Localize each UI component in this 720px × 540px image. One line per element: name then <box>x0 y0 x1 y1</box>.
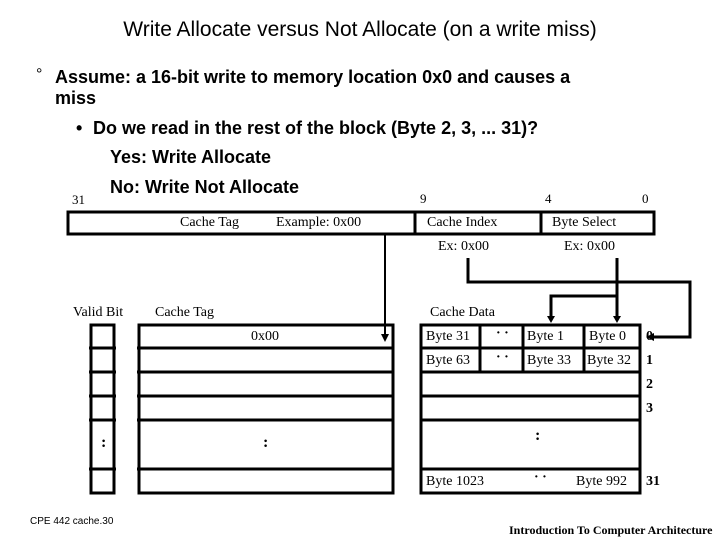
byte1-arrow-head <box>547 316 555 323</box>
data-row31-byte1023: Byte 1023 <box>426 474 484 489</box>
row-index-1: 1 <box>646 353 653 368</box>
address-index-label: Cache Index <box>427 215 498 230</box>
address-byte-select-label: Byte Select <box>552 215 617 230</box>
data-row31-dots: · · <box>534 470 547 485</box>
valid-ellipsis: : <box>101 434 107 451</box>
byte0-arrow-head <box>613 316 621 323</box>
data-row0-byte1: Byte 1 <box>527 329 564 344</box>
index-example: Ex: 0x00 <box>438 239 489 254</box>
cache-diagram-lines <box>66 210 692 495</box>
data-ellipsis: : <box>535 427 541 444</box>
address-tag-label: Cache Tag <box>180 215 240 230</box>
cache-tag-header: Cache Tag <box>155 305 215 320</box>
data-row0-dots: · · <box>496 326 509 341</box>
data-row0-byte31: Byte 31 <box>426 329 470 344</box>
data-row1-byte63: Byte 63 <box>426 353 470 368</box>
tag-ellipsis: : <box>263 434 269 451</box>
row-index-31: 31 <box>646 474 660 489</box>
cache-data-header: Cache Data <box>430 305 495 320</box>
data-row0-byte0: Byte 0 <box>589 329 626 344</box>
row-index-2: 2 <box>646 377 653 392</box>
byte-select-example: Ex: 0x00 <box>564 239 615 254</box>
tag-row0-value: 0x00 <box>251 329 279 344</box>
row-index-0: 0 <box>646 329 653 344</box>
row-index-3: 3 <box>646 401 653 416</box>
tag-arrow-head <box>381 334 389 342</box>
footer-course-title: Introduction To Computer Architecture <box>509 523 713 537</box>
data-row1-byte33: Byte 33 <box>527 353 571 368</box>
data-row31-byte992: Byte 992 <box>576 474 627 489</box>
valid-bit-header: Valid Bit <box>73 305 124 320</box>
data-row1-byte32: Byte 32 <box>587 353 631 368</box>
footer-course-label: CPE 442 cache.30 <box>30 516 114 527</box>
byte-select-branch-line <box>549 294 617 318</box>
data-row1-dots: · · <box>496 350 509 365</box>
address-tag-example: Example: 0x00 <box>276 215 362 230</box>
